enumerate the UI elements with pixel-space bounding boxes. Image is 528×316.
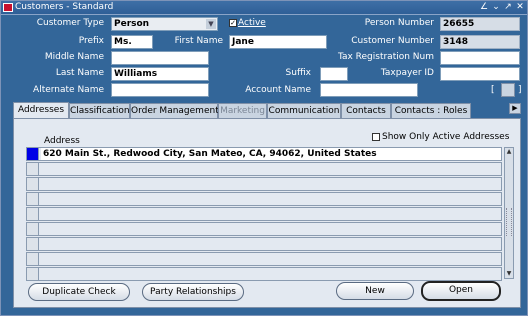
alternate-name-label: Alternate Name: [33, 85, 104, 95]
tax-registration-num-label: Tax Registration Num: [337, 52, 434, 62]
duplicate-check-button[interactable]: Duplicate Check: [28, 283, 130, 301]
first-name-field[interactable]: Jane: [229, 35, 327, 49]
last-name-label: Last Name: [55, 68, 104, 78]
prefix-label: Prefix: [78, 36, 104, 46]
last-name-field[interactable]: Williams: [111, 67, 209, 81]
customer-number-field[interactable]: 3148: [440, 35, 520, 49]
address-cell[interactable]: [41, 208, 501, 220]
minimize-icon[interactable]: ∠: [479, 2, 489, 12]
address-row[interactable]: [26, 207, 502, 221]
address-cell[interactable]: [41, 163, 501, 175]
middle-name-label: Middle Name: [44, 52, 104, 62]
tab-communication[interactable]: Communication: [267, 103, 341, 118]
row-selector[interactable]: [27, 178, 39, 190]
person-number-field[interactable]: 26655: [440, 17, 520, 31]
address-column-header: Address: [44, 136, 80, 146]
prefix-field[interactable]: Ms.: [111, 35, 153, 49]
flex-field-bracket: [: [491, 85, 495, 95]
suffix-field[interactable]: [320, 67, 348, 81]
address-row[interactable]: [26, 192, 502, 206]
address-row[interactable]: [26, 222, 502, 236]
taxpayer-id-field[interactable]: [440, 67, 520, 81]
address-row[interactable]: [26, 162, 502, 176]
account-name-field[interactable]: [320, 83, 418, 97]
account-name-label: Account Name: [245, 85, 311, 95]
address-cell[interactable]: [41, 238, 501, 250]
customer-number-label: Customer Number: [351, 36, 434, 46]
tab-contacts[interactable]: Contacts: [341, 103, 391, 118]
oracle-app-icon: [3, 3, 13, 12]
close-icon[interactable]: ✕: [515, 2, 525, 12]
first-name-label: First Name: [174, 36, 223, 46]
suffix-label: Suffix: [285, 68, 311, 78]
address-row[interactable]: [26, 267, 502, 281]
open-button[interactable]: Open: [421, 281, 501, 301]
tab-marketing: Marketing: [218, 103, 267, 118]
address-row[interactable]: [26, 237, 502, 251]
row-selector[interactable]: [27, 268, 39, 280]
row-selector[interactable]: [27, 238, 39, 250]
scroll-thumb[interactable]: [506, 208, 512, 236]
active-label: Active: [238, 18, 266, 28]
party-relationships-button[interactable]: Party Relationships: [142, 283, 244, 301]
show-only-active-label: Show Only Active Addresses: [382, 132, 510, 142]
tab-order-management[interactable]: Order Management: [130, 103, 219, 118]
restore-icon[interactable]: ⌄: [491, 2, 501, 12]
address-cell[interactable]: [41, 178, 501, 190]
person-number-label: Person Number: [364, 18, 434, 28]
address-row[interactable]: 620 Main St., Redwood City, San Mateo, C…: [26, 147, 502, 161]
show-only-active-checkbox[interactable]: [372, 133, 380, 141]
row-selector[interactable]: [27, 193, 39, 205]
tab-addresses[interactable]: Addresses: [13, 102, 69, 118]
scroll-up-icon[interactable]: ▲: [505, 148, 513, 156]
address-cell[interactable]: 620 Main St., Redwood City, San Mateo, C…: [41, 148, 501, 160]
scroll-down-icon[interactable]: ▼: [505, 270, 513, 278]
middle-name-field[interactable]: [111, 51, 209, 65]
customer-type-value: Person: [114, 19, 150, 29]
maximize-icon[interactable]: ↗: [503, 2, 513, 12]
address-row[interactable]: [26, 252, 502, 266]
tab-contacts-roles[interactable]: Contacts : Roles: [391, 103, 471, 118]
addresses-vertical-scrollbar[interactable]: ▲ ▼: [504, 147, 514, 279]
row-selector[interactable]: [27, 148, 39, 160]
address-cell[interactable]: [41, 223, 501, 235]
tax-registration-num-field[interactable]: [440, 51, 520, 65]
address-cell[interactable]: [41, 268, 501, 280]
customer-type-select[interactable]: Person ▼: [111, 17, 218, 31]
taxpayer-id-label: Taxpayer ID: [380, 68, 434, 78]
row-selector[interactable]: [27, 223, 39, 235]
tab-scroll-right-icon[interactable]: ▶: [509, 103, 521, 114]
new-button[interactable]: New: [336, 282, 414, 300]
descriptive-flexfield[interactable]: [501, 83, 515, 97]
customers-window: Customers - Standard ∠ ⌄ ↗ ✕ Customer Ty…: [0, 0, 528, 316]
address-row[interactable]: [26, 177, 502, 191]
title-bar: Customers - Standard ∠ ⌄ ↗ ✕: [1, 1, 527, 15]
row-selector[interactable]: [27, 208, 39, 220]
window-title: Customers - Standard: [15, 2, 114, 12]
address-cell[interactable]: [41, 253, 501, 265]
address-cell[interactable]: [41, 193, 501, 205]
addresses-panel: Address Show Only Active Addresses 620 M…: [13, 118, 521, 308]
active-checkbox[interactable]: ✓: [229, 19, 237, 27]
alternate-name-field[interactable]: [111, 83, 209, 97]
flex-field-bracket-end: ]: [518, 85, 522, 95]
tab-classification[interactable]: Classification: [69, 103, 130, 118]
row-selector[interactable]: [27, 163, 39, 175]
chevron-down-icon[interactable]: ▼: [206, 19, 216, 29]
customer-type-label: Customer Type: [36, 18, 104, 28]
row-selector[interactable]: [27, 253, 39, 265]
